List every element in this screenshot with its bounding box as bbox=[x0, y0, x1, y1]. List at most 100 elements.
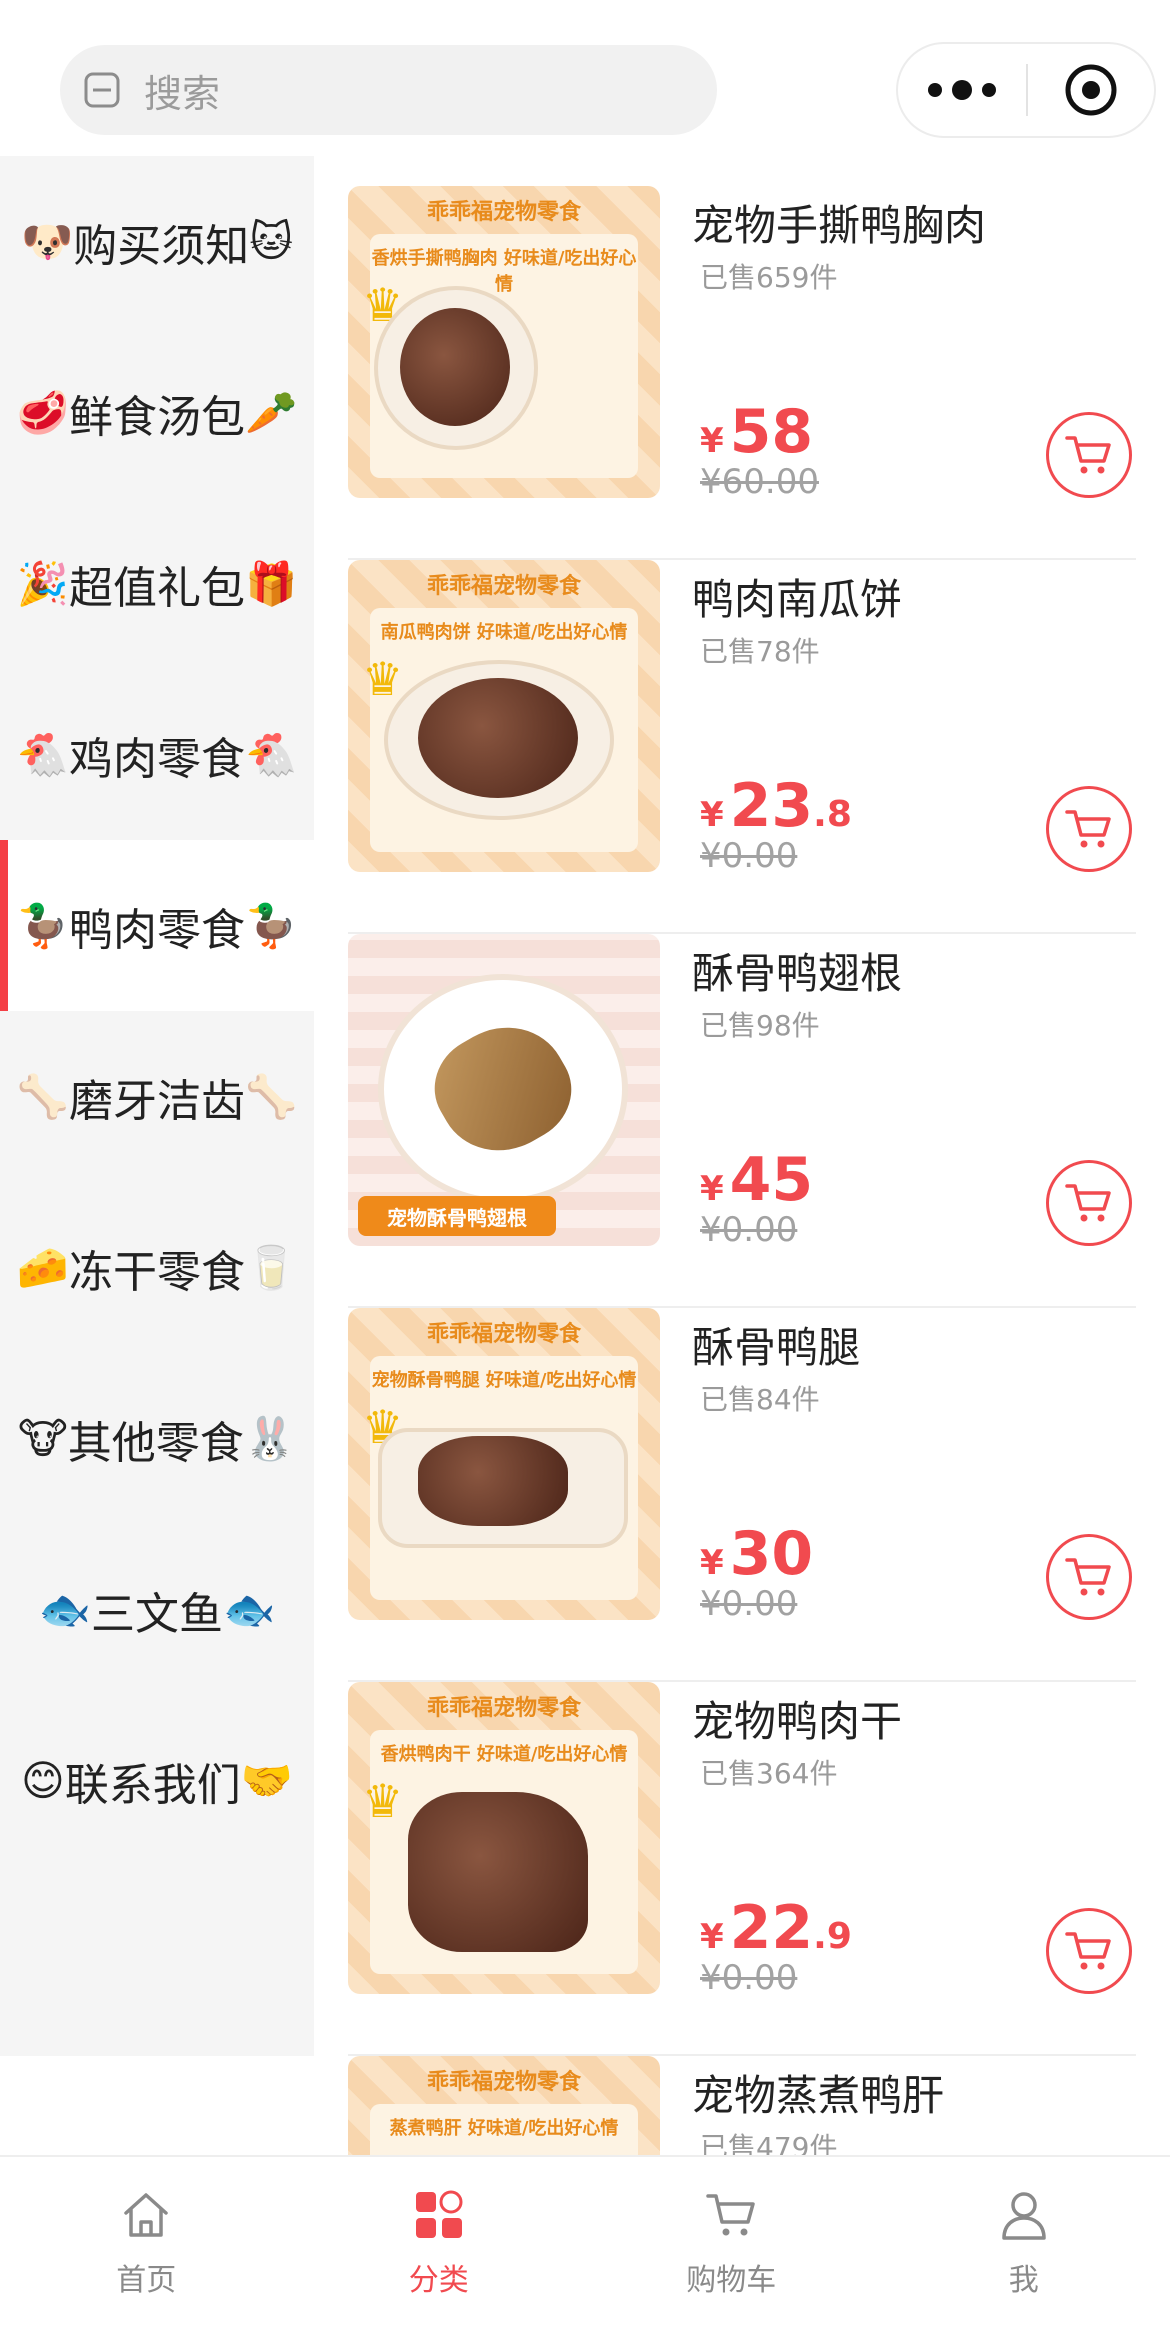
food-graphic bbox=[400, 308, 510, 426]
add-to-cart-button[interactable] bbox=[1046, 1908, 1132, 1994]
product-name[interactable]: 酥骨鸭翅根 bbox=[692, 940, 902, 1001]
add-to-cart-button[interactable] bbox=[1046, 1160, 1132, 1246]
sidebar-item-salmon[interactable]: 🐟 三文鱼 🐟 bbox=[0, 1524, 314, 1695]
image-brand-text: 乖乖福宠物零食 bbox=[426, 574, 581, 599]
tab-home[interactable]: 首页 bbox=[0, 2157, 293, 2341]
sidebar-item-duck-snacks[interactable]: 🦆 鸭肉零食 🦆 bbox=[0, 840, 314, 1011]
app-root: { "search": { "placeholder": "搜索" }, "si… bbox=[0, 0, 1170, 2341]
product-image[interactable]: 乖乖福宠物零食 香烘手撕鸭胸肉 好味道/吃出好心情 ♛ bbox=[348, 186, 660, 498]
mini-program-capsule bbox=[896, 42, 1156, 138]
product-price: ¥22.9 bbox=[700, 1893, 852, 1963]
sidebar-item-label: 磨牙洁齿 bbox=[69, 1075, 245, 1127]
product-name[interactable]: 宠物手撕鸭胸肉 bbox=[692, 192, 986, 253]
sold-count: 已售78件 bbox=[700, 635, 820, 668]
product-name[interactable]: 酥骨鸭腿 bbox=[692, 1314, 860, 1375]
cat-emoji-icon: 🐱 bbox=[249, 217, 294, 266]
original-price: ¥0.00 bbox=[700, 1958, 798, 1998]
close-mini-program-icon[interactable] bbox=[1028, 44, 1154, 136]
party-emoji-icon: 🎉 bbox=[16, 558, 69, 608]
cart-icon bbox=[1065, 1558, 1111, 1596]
image-brand-text: 乖乖福宠物零食 bbox=[426, 1696, 581, 1721]
chicken-emoji-icon: 🐔 bbox=[245, 729, 298, 779]
image-brand-text: 乖乖福宠物零食 bbox=[426, 200, 581, 225]
bottom-tab-bar: 首页 分类 购物车 我 bbox=[0, 2155, 1170, 2341]
sidebar-item-label: 鸭肉零食 bbox=[69, 904, 245, 956]
product-image[interactable]: 乖乖福宠物零食 宠物酥骨鸭腿 好味道/吃出好心情 ♛ bbox=[348, 1308, 660, 1620]
product-name[interactable]: 宠物鸭肉干 bbox=[692, 1688, 902, 1749]
sold-count: 已售84件 bbox=[700, 1383, 820, 1416]
product-image[interactable]: 宠物酥骨鸭翅根 bbox=[348, 934, 660, 1246]
sidebar-item-chicken-snacks[interactable]: 🐔 鸡肉零食 🐔 bbox=[0, 669, 314, 840]
sidebar-item-label: 冻干零食 bbox=[69, 1246, 245, 1298]
image-brand-text: 乖乖福宠物零食 bbox=[426, 1322, 581, 1347]
food-graphic bbox=[418, 1436, 568, 1526]
sidebar-item-label: 鸡肉零食 bbox=[69, 733, 245, 785]
sidebar-item-label: 超值礼包 bbox=[69, 562, 245, 614]
image-caption: 宠物酥骨鸭腿 好味道/吃出好心情 bbox=[371, 1370, 637, 1391]
sidebar-item-label: 联系我们 bbox=[64, 1759, 241, 1811]
image-caption: 香烘手撕鸭胸肉 好味道/吃出好心情 bbox=[371, 248, 637, 295]
product-image[interactable]: 乖乖福宠物零食 南瓜鸭肉饼 好味道/吃出好心情 ♛ bbox=[348, 560, 660, 872]
sidebar-item-label: 鲜食汤包 bbox=[69, 391, 245, 443]
cart-icon bbox=[1065, 436, 1111, 474]
product-item[interactable]: 乖乖福宠物零食 宠物酥骨鸭腿 好味道/吃出好心情 ♛ 酥骨鸭腿 已售84件 ¥3… bbox=[348, 1308, 1136, 1682]
gift-emoji-icon: 🎁 bbox=[245, 558, 298, 608]
product-price: ¥30 bbox=[700, 1519, 814, 1589]
active-indicator bbox=[0, 840, 8, 1011]
tab-label: 分类 bbox=[408, 2263, 469, 2298]
sidebar-item-label: 其他零食 bbox=[67, 1417, 244, 1469]
bone-emoji-icon: 🦴 bbox=[245, 1071, 298, 1121]
search-placeholder: 搜索 bbox=[144, 71, 221, 116]
tab-cart[interactable]: 购物车 bbox=[585, 2157, 878, 2341]
cheese-emoji-icon: 🧀 bbox=[16, 1242, 69, 1292]
product-item[interactable]: 乖乖福宠物零食 香烘鸭肉干 好味道/吃出好心情 ♛ 宠物鸭肉干 已售364件 ¥… bbox=[348, 1682, 1136, 2056]
add-to-cart-button[interactable] bbox=[1046, 786, 1132, 872]
add-to-cart-button[interactable] bbox=[1046, 1534, 1132, 1620]
meat-emoji-icon: 🥩 bbox=[16, 387, 69, 437]
home-icon bbox=[118, 2187, 174, 2243]
product-name[interactable]: 鸭肉南瓜饼 bbox=[692, 566, 902, 627]
smile-emoji-icon: 😊 bbox=[20, 1756, 65, 1805]
bone-emoji-icon: 🦴 bbox=[16, 1071, 69, 1121]
original-price: ¥0.00 bbox=[700, 1584, 798, 1624]
sidebar-item-other-snacks[interactable]: 🐮 其他零食 🐰 bbox=[0, 1353, 314, 1524]
sold-count: 已售98件 bbox=[700, 1009, 820, 1042]
duck-emoji-icon: 🦆 bbox=[245, 900, 298, 950]
image-caption: 南瓜鸭肉饼 好味道/吃出好心情 bbox=[380, 622, 628, 643]
image-caption: 宠物酥骨鸭翅根 bbox=[358, 1196, 556, 1236]
carrot-emoji-icon: 🥕 bbox=[245, 387, 298, 437]
food-graphic bbox=[408, 1792, 588, 1952]
sidebar-item-dental-chews[interactable]: 🦴 磨牙洁齿 🦴 bbox=[0, 1011, 314, 1182]
category-sidebar: 🐶 购买须知 🐱 🥩 鲜食汤包 🥕 🎉 超值礼包 🎁 🐔 鸡肉零食 🐔 🦆 鸭肉零食 🦆 🦴 磨牙洁齿… bbox=[0, 156, 314, 2056]
cart-icon bbox=[1065, 1932, 1111, 1970]
product-price: ¥23.8 bbox=[700, 771, 852, 841]
category-icon bbox=[411, 2187, 467, 2243]
more-icon[interactable] bbox=[898, 44, 1026, 136]
cart-icon bbox=[703, 2187, 759, 2243]
product-item[interactable]: 乖乖福宠物零食 南瓜鸭肉饼 好味道/吃出好心情 ♛ 鸭肉南瓜饼 已售78件 ¥2… bbox=[348, 560, 1136, 934]
cow-emoji-icon: 🐮 bbox=[17, 1414, 68, 1463]
tab-me[interactable]: 我 bbox=[878, 2157, 1170, 2341]
product-list: 乖乖福宠物零食 香烘手撕鸭胸肉 好味道/吃出好心情 ♛ 宠物手撕鸭胸肉 已售65… bbox=[348, 186, 1136, 2341]
sidebar-item-gift-pack[interactable]: 🎉 超值礼包 🎁 bbox=[0, 498, 314, 669]
sidebar-item-label: 购买须知 bbox=[73, 220, 250, 272]
user-icon bbox=[996, 2187, 1052, 2243]
product-image[interactable]: 乖乖福宠物零食 香烘鸭肉干 好味道/吃出好心情 ♛ bbox=[348, 1682, 660, 1994]
product-price: ¥45 bbox=[700, 1145, 814, 1215]
product-item[interactable]: 乖乖福宠物零食 香烘手撕鸭胸肉 好味道/吃出好心情 ♛ 宠物手撕鸭胸肉 已售65… bbox=[348, 186, 1136, 560]
sidebar-item-freeze-dried[interactable]: 🧀 冻干零食 🥛 bbox=[0, 1182, 314, 1353]
chicken-emoji-icon: 🐔 bbox=[16, 729, 69, 779]
fish-emoji-icon: 🐟 bbox=[38, 1584, 91, 1634]
milk-emoji-icon: 🥛 bbox=[245, 1242, 298, 1292]
sidebar-item-label: 三文鱼 bbox=[91, 1588, 223, 1640]
product-item[interactable]: 宠物酥骨鸭翅根 酥骨鸭翅根 已售98件 ¥45 ¥0.00 bbox=[348, 934, 1136, 1308]
sidebar-item-purchase-notice[interactable]: 🐶 购买须知 🐱 bbox=[0, 156, 314, 327]
search-bar[interactable]: 搜索 bbox=[60, 45, 717, 135]
product-name[interactable]: 宠物蒸煮鸭肝 bbox=[692, 2062, 944, 2123]
top-bar: 搜索 bbox=[0, 0, 1170, 156]
tab-category[interactable]: 分类 bbox=[293, 2157, 586, 2341]
sidebar-item-contact-us[interactable]: 😊 联系我们 🤝 bbox=[0, 1695, 314, 1866]
add-to-cart-button[interactable] bbox=[1046, 412, 1132, 498]
search-icon bbox=[82, 70, 122, 110]
sidebar-item-fresh-soup[interactable]: 🥩 鲜食汤包 🥕 bbox=[0, 327, 314, 498]
